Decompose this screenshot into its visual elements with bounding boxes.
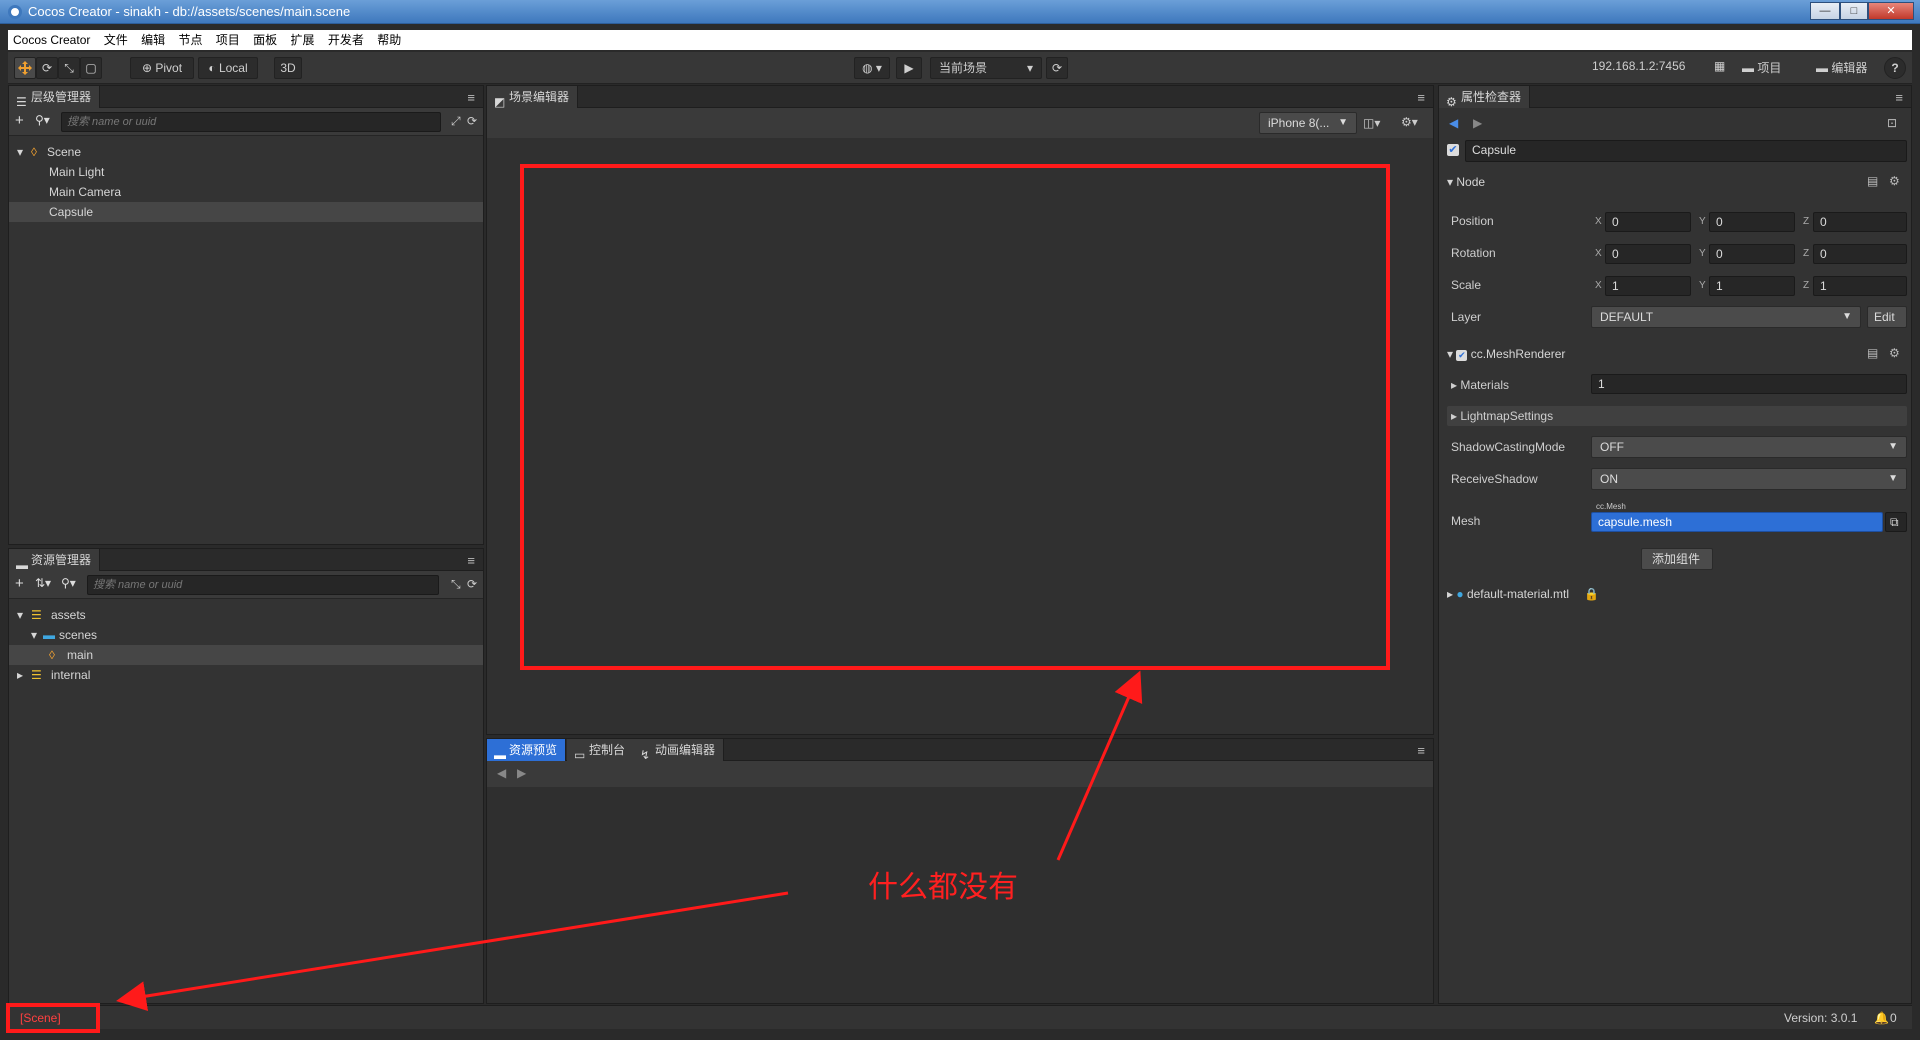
arrow-to-status	[116, 891, 789, 1012]
annotation-arrows	[116, 670, 1143, 1012]
arrow-to-viewport	[1056, 670, 1143, 861]
